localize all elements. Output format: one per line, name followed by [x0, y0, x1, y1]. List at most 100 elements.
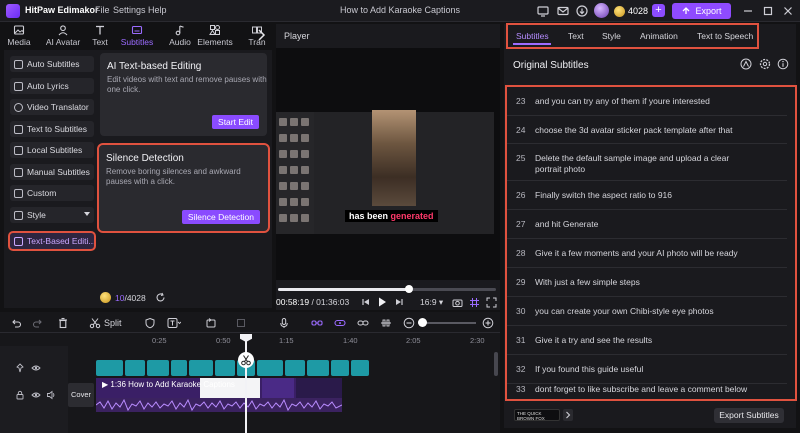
- subtitle-list: 23 and you can try any of them if youre i…: [505, 85, 797, 401]
- zoom-in-icon[interactable]: [482, 317, 494, 329]
- previous-frame-icon[interactable]: [361, 297, 371, 307]
- text-style-icon[interactable]: [167, 317, 181, 329]
- subtitles-icon: [131, 24, 143, 36]
- subtitle-row[interactable]: 26 Finally switch the aspect ratio to 916: [507, 181, 787, 210]
- info-icon[interactable]: [777, 58, 789, 70]
- media-thumbnail: [290, 182, 298, 190]
- timeline-playhead[interactable]: [245, 334, 247, 433]
- subtitle-row[interactable]: 28 Give it a few moments and your AI phot…: [507, 239, 787, 268]
- text-based-editing-icon: [14, 236, 23, 246]
- subtitle-clip[interactable]: [171, 360, 187, 376]
- export-button[interactable]: Export: [672, 3, 731, 19]
- subtitle-row[interactable]: 31 Give it a try and see the results: [507, 326, 787, 355]
- menu-help[interactable]: Help: [148, 5, 167, 15]
- fullscreen-icon[interactable]: [486, 297, 497, 308]
- sidebar-item-custom[interactable]: Custom: [10, 185, 94, 201]
- zoom-slider-knob[interactable]: [418, 318, 427, 327]
- tab-text-panel[interactable]: Text: [568, 31, 584, 41]
- subtitle-clip[interactable]: [257, 360, 283, 376]
- split-button[interactable]: Split: [104, 318, 122, 328]
- screen-icon[interactable]: [536, 4, 550, 18]
- close-icon[interactable]: [781, 4, 795, 18]
- add-coins-button[interactable]: +: [652, 4, 665, 17]
- tab-subtitles-panel[interactable]: Subtitles: [516, 31, 549, 41]
- track-link-icon[interactable]: [334, 317, 346, 329]
- snapshot-icon[interactable]: [452, 297, 463, 308]
- scissors-icon[interactable]: [89, 317, 101, 329]
- subtitle-clip[interactable]: [307, 360, 329, 376]
- translate-icon[interactable]: [740, 58, 752, 70]
- mail-icon[interactable]: [556, 4, 570, 18]
- menu-settings[interactable]: Settings: [113, 5, 146, 15]
- subtitle-clip[interactable]: [331, 360, 349, 376]
- subtitle-clip[interactable]: [125, 360, 145, 376]
- playback-scrubber[interactable]: [404, 285, 413, 293]
- sidebar-item-text-to-subtitles[interactable]: Text to Subtitles: [10, 121, 94, 137]
- subtitle-row[interactable]: 25 Delete the default sample image and up…: [507, 144, 787, 181]
- rotate-icon[interactable]: [205, 317, 217, 329]
- settings-icon[interactable]: [759, 58, 771, 70]
- minimize-icon[interactable]: [741, 4, 755, 18]
- sidebar-item-auto-lyrics[interactable]: Auto Lyrics: [10, 78, 94, 94]
- magnet-link-icon[interactable]: [311, 317, 323, 329]
- sidebar-item-manual-subtitles[interactable]: Manual Subtitles: [10, 164, 94, 180]
- eye-icon[interactable]: [31, 390, 41, 400]
- subtitle-clip[interactable]: [351, 360, 369, 376]
- ruler-label: 0:50: [216, 336, 231, 345]
- subtitle-clip[interactable]: [285, 360, 305, 376]
- card-description: Remove boring silences and awkward pause…: [106, 167, 241, 186]
- user-avatar[interactable]: [594, 3, 609, 18]
- eye-icon[interactable]: [31, 363, 41, 373]
- start-edit-button[interactable]: Start Edit: [212, 115, 259, 129]
- chevron-down-icon: [84, 212, 90, 216]
- sidebar-item-text-based-editing[interactable]: Text-Based Editi...: [8, 231, 96, 251]
- sidebar-item-video-translator[interactable]: Video Translator: [10, 99, 94, 115]
- shield-icon[interactable]: [144, 317, 156, 329]
- subtitle-clip[interactable]: [96, 360, 123, 376]
- maximize-icon[interactable]: [761, 4, 775, 18]
- undo-icon[interactable]: [10, 317, 22, 329]
- chevron-right-icon[interactable]: [256, 28, 266, 42]
- subtitle-row[interactable]: 30 you can create your own Chibi-style ey…: [507, 297, 787, 326]
- subtitle-style-preview[interactable]: THE QUICK BROWN FOX JUMPS OVER: [514, 409, 560, 421]
- subtitle-row[interactable]: 32 If you found this guide useful: [507, 355, 787, 384]
- timeline-scrollbar[interactable]: [494, 352, 498, 376]
- split-at-playhead-icon[interactable]: [238, 352, 254, 368]
- menu-file[interactable]: File: [95, 5, 110, 15]
- crop-icon[interactable]: [235, 317, 247, 329]
- next-frame-icon[interactable]: [394, 297, 404, 307]
- subtitle-row[interactable]: 24 choose the 3d avatar sticker pack temp…: [507, 116, 787, 144]
- refresh-icon[interactable]: [155, 292, 166, 303]
- ripple-edit-icon[interactable]: [380, 317, 392, 329]
- subtitle-row[interactable]: 29 With just a few simple steps: [507, 268, 787, 297]
- export-subtitles-button[interactable]: Export Subtitles: [714, 408, 784, 423]
- pin-icon[interactable]: [15, 363, 25, 373]
- silence-detection-button[interactable]: Silence Detection: [181, 210, 260, 224]
- subtitle-row[interactable]: 27 and hit Generate: [507, 210, 787, 239]
- tab-animation-panel[interactable]: Animation: [640, 31, 678, 41]
- tab-text-to-speech-panel[interactable]: Text to Speech: [697, 31, 753, 41]
- cover-button[interactable]: Cover: [68, 383, 94, 407]
- chevron-right-icon[interactable]: [563, 409, 573, 421]
- subtitle-row[interactable]: 23 and you can try any of them if youre i…: [507, 87, 787, 116]
- subtitle-clip[interactable]: [189, 360, 213, 376]
- sidebar-item-auto-subtitles[interactable]: Auto Subtitles: [10, 56, 94, 72]
- microphone-icon[interactable]: [278, 317, 290, 329]
- play-icon[interactable]: [376, 296, 388, 308]
- lock-icon[interactable]: [15, 390, 25, 400]
- zoom-out-icon[interactable]: [403, 317, 415, 329]
- download-icon[interactable]: [575, 4, 589, 18]
- subtitle-row[interactable]: 33 dont forget to like subscribe and leav…: [507, 384, 787, 399]
- grid-icon[interactable]: [469, 297, 480, 308]
- ai-avatar-icon: [57, 24, 69, 36]
- chain-link-icon[interactable]: [357, 317, 369, 329]
- sidebar-item-style[interactable]: Style: [10, 207, 94, 223]
- subtitle-clip[interactable]: [147, 360, 169, 376]
- speaker-icon[interactable]: [46, 390, 56, 400]
- aspect-ratio-select[interactable]: 16:9 ▾: [420, 297, 443, 308]
- redo-icon[interactable]: [32, 317, 44, 329]
- delete-icon[interactable]: [57, 317, 69, 329]
- sidebar-item-local-subtitles[interactable]: Local Subtitles: [10, 142, 94, 158]
- tab-style-panel[interactable]: Style: [602, 31, 621, 41]
- subtitle-clip[interactable]: [215, 360, 235, 376]
